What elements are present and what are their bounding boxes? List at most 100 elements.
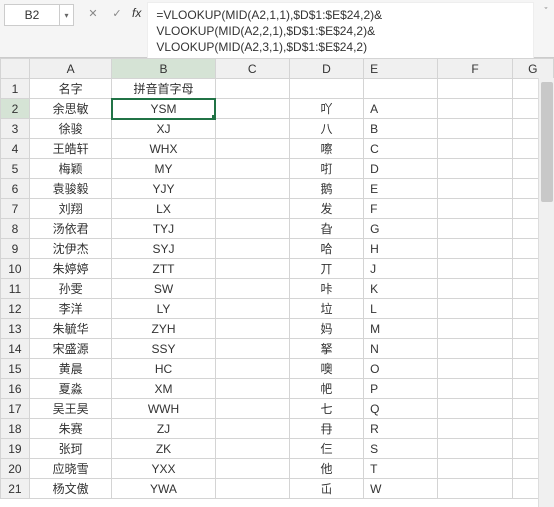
cell-F3[interactable] [438, 119, 512, 139]
cell-D13[interactable]: 妈 [289, 319, 363, 339]
cell-C18[interactable] [215, 419, 289, 439]
cell-D12[interactable]: 垃 [289, 299, 363, 319]
vertical-scrollbar[interactable] [538, 78, 554, 507]
cell-B2[interactable]: YSM [112, 99, 215, 119]
col-header-E[interactable]: E [364, 59, 438, 79]
cell-D20[interactable]: 他 [289, 459, 363, 479]
cell-D5[interactable]: 咑 [289, 159, 363, 179]
cell-B6[interactable]: YJY [112, 179, 215, 199]
cell-F20[interactable] [438, 459, 512, 479]
cell-A15[interactable]: 黄晨 [29, 359, 112, 379]
cell-C9[interactable] [215, 239, 289, 259]
cell-C10[interactable] [215, 259, 289, 279]
cell-E17[interactable]: Q [364, 399, 438, 419]
row-header[interactable]: 18 [1, 419, 30, 439]
cell-C4[interactable] [215, 139, 289, 159]
cell-F10[interactable] [438, 259, 512, 279]
row-header[interactable]: 8 [1, 219, 30, 239]
row-header[interactable]: 11 [1, 279, 30, 299]
row-header[interactable]: 19 [1, 439, 30, 459]
cell-E14[interactable]: N [364, 339, 438, 359]
cell-B17[interactable]: WWH [112, 399, 215, 419]
row-header[interactable]: 13 [1, 319, 30, 339]
expand-formula-bar-icon[interactable]: ˇ [538, 0, 554, 16]
cell-B3[interactable]: XJ [112, 119, 215, 139]
cell-A18[interactable]: 朱赛 [29, 419, 112, 439]
row-header[interactable]: 3 [1, 119, 30, 139]
cell-F5[interactable] [438, 159, 512, 179]
col-header-D[interactable]: D [289, 59, 363, 79]
cancel-formula-icon[interactable]: ✕ [84, 4, 102, 22]
cell-E3[interactable]: B [364, 119, 438, 139]
cell-B14[interactable]: SSY [112, 339, 215, 359]
cell-A14[interactable]: 宋盛源 [29, 339, 112, 359]
cell-E21[interactable]: W [364, 479, 438, 499]
col-header-G[interactable]: G [512, 59, 553, 79]
cell-C3[interactable] [215, 119, 289, 139]
row-header[interactable]: 21 [1, 479, 30, 499]
cell-A5[interactable]: 梅颖 [29, 159, 112, 179]
cell-C13[interactable] [215, 319, 289, 339]
cell-E11[interactable]: K [364, 279, 438, 299]
cell-C7[interactable] [215, 199, 289, 219]
cell-E7[interactable]: F [364, 199, 438, 219]
row-header[interactable]: 14 [1, 339, 30, 359]
cell-D2[interactable]: 吖 [289, 99, 363, 119]
cell-B12[interactable]: LY [112, 299, 215, 319]
row-header[interactable]: 9 [1, 239, 30, 259]
row-header[interactable]: 17 [1, 399, 30, 419]
cell-B5[interactable]: MY [112, 159, 215, 179]
cell-B16[interactable]: XM [112, 379, 215, 399]
cell-E9[interactable]: H [364, 239, 438, 259]
cell-E19[interactable]: S [364, 439, 438, 459]
row-header[interactable]: 15 [1, 359, 30, 379]
cell-E20[interactable]: T [364, 459, 438, 479]
cell-C14[interactable] [215, 339, 289, 359]
cell-A4[interactable]: 王皓轩 [29, 139, 112, 159]
cell-C21[interactable] [215, 479, 289, 499]
cell-D9[interactable]: 哈 [289, 239, 363, 259]
row-header[interactable]: 4 [1, 139, 30, 159]
cell-A12[interactable]: 李洋 [29, 299, 112, 319]
cell-F16[interactable] [438, 379, 512, 399]
fx-icon[interactable]: fx [132, 6, 141, 20]
cell-C17[interactable] [215, 399, 289, 419]
cell-E15[interactable]: O [364, 359, 438, 379]
cell-F2[interactable] [438, 99, 512, 119]
cell-A1[interactable]: 名字 [29, 79, 112, 99]
col-header-A[interactable]: A [29, 59, 112, 79]
cell-F8[interactable] [438, 219, 512, 239]
cell-D8[interactable]: 旮 [289, 219, 363, 239]
row-header[interactable]: 2 [1, 99, 30, 119]
name-box[interactable]: B2 [4, 4, 60, 26]
row-header[interactable]: 20 [1, 459, 30, 479]
cell-C6[interactable] [215, 179, 289, 199]
row-header[interactable]: 16 [1, 379, 30, 399]
cell-D10[interactable]: 丌 [289, 259, 363, 279]
cell-F14[interactable] [438, 339, 512, 359]
cell-A11[interactable]: 孙雯 [29, 279, 112, 299]
cell-F11[interactable] [438, 279, 512, 299]
cell-A19[interactable]: 张珂 [29, 439, 112, 459]
cell-D6[interactable]: 鹅 [289, 179, 363, 199]
cell-A13[interactable]: 朱毓华 [29, 319, 112, 339]
cell-B18[interactable]: ZJ [112, 419, 215, 439]
cell-D17[interactable]: 七 [289, 399, 363, 419]
cell-E13[interactable]: M [364, 319, 438, 339]
cell-D19[interactable]: 仨 [289, 439, 363, 459]
cell-A6[interactable]: 袁骏毅 [29, 179, 112, 199]
cell-B7[interactable]: LX [112, 199, 215, 219]
cell-C11[interactable] [215, 279, 289, 299]
cell-D18[interactable]: 冄 [289, 419, 363, 439]
cell-A2[interactable]: 余思敏 [29, 99, 112, 119]
cell-D15[interactable]: 噢 [289, 359, 363, 379]
cell-D3[interactable]: 八 [289, 119, 363, 139]
cell-B15[interactable]: HC [112, 359, 215, 379]
cell-A16[interactable]: 夏淼 [29, 379, 112, 399]
cell-C8[interactable] [215, 219, 289, 239]
cell-A17[interactable]: 吴王昊 [29, 399, 112, 419]
cell-B21[interactable]: YWA [112, 479, 215, 499]
col-header-B[interactable]: B [112, 59, 215, 79]
cell-A10[interactable]: 朱婷婷 [29, 259, 112, 279]
cell-E12[interactable]: L [364, 299, 438, 319]
